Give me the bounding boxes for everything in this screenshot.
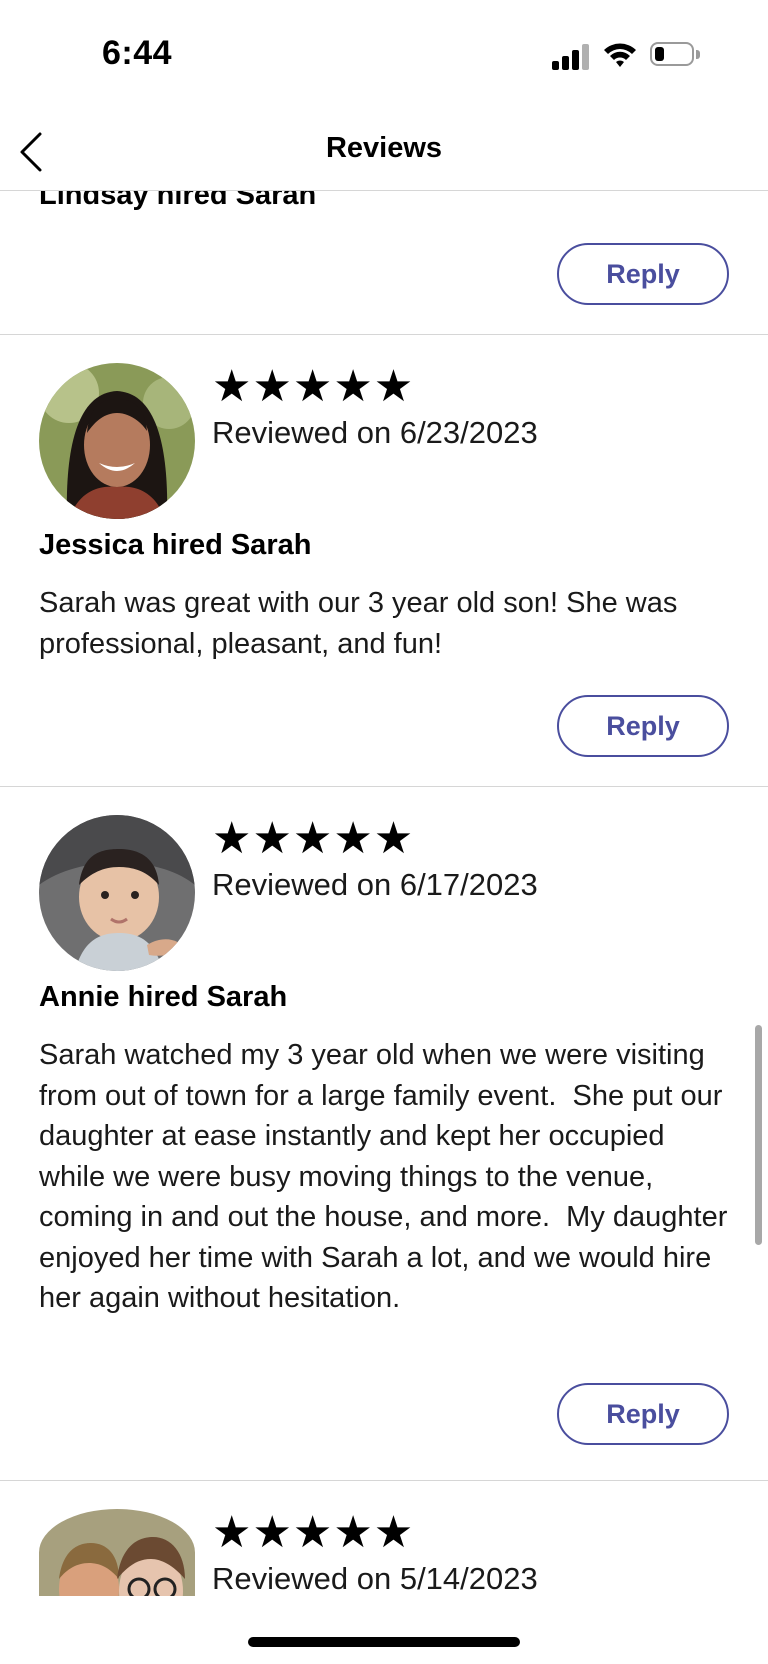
- nav-bar: Reviews: [0, 110, 768, 191]
- review-date: Reviewed on 6/17/2023: [212, 867, 538, 902]
- battery-icon: [650, 42, 700, 68]
- reply-button[interactable]: Reply: [557, 695, 729, 757]
- home-indicator[interactable]: [248, 1637, 520, 1647]
- page-title: Reviews: [325, 132, 443, 164]
- reviewer-photo: [39, 1509, 195, 1596]
- reviewer-photo: [39, 815, 195, 971]
- review-hired-line: Jessica hired Sarah: [39, 529, 312, 561]
- cellular-signal-icon: [552, 44, 592, 70]
- review-date: Reviewed on 6/23/2023: [212, 415, 538, 450]
- review-card: ★★★★★ Reviewed on 6/17/2023 Annie hired …: [0, 787, 768, 1481]
- review-hired-line: Lindsay hired Sarah: [39, 191, 317, 211]
- review-card: ★★★★★ Reviewed on 5/14/2023: [0, 1481, 768, 1596]
- status-time: 6:44: [102, 34, 173, 72]
- rating-stars: ★★★★★: [212, 814, 415, 863]
- reviewer-photo: [39, 363, 195, 519]
- rating-stars: ★★★★★: [212, 1508, 415, 1557]
- reply-button[interactable]: Reply: [557, 243, 729, 305]
- rating-stars: ★★★★★: [212, 362, 415, 411]
- avatar: [39, 815, 195, 971]
- scrollbar[interactable]: [755, 1025, 762, 1245]
- review-text: Sarah was great with our 3 year old son!…: [39, 587, 686, 660]
- wifi-icon: [604, 43, 636, 67]
- review-hired-line: Annie hired Sarah: [39, 981, 288, 1013]
- review-date: Reviewed on 5/14/2023: [212, 1561, 538, 1596]
- review-card: ★★★★★ Reviewed on 6/23/2023 Jessica hire…: [0, 335, 768, 787]
- status-bar: 6:44: [0, 0, 768, 110]
- review-text: Sarah watched my 3 year old when we were…: [39, 1039, 736, 1314]
- reply-button[interactable]: Reply: [557, 1383, 729, 1445]
- review-list[interactable]: Lindsay hired Sarah Reply ★★★★★ Reviewed…: [0, 191, 768, 1596]
- review-card: Lindsay hired Sarah Reply: [0, 191, 768, 335]
- avatar: [39, 363, 195, 519]
- avatar: [39, 1509, 195, 1596]
